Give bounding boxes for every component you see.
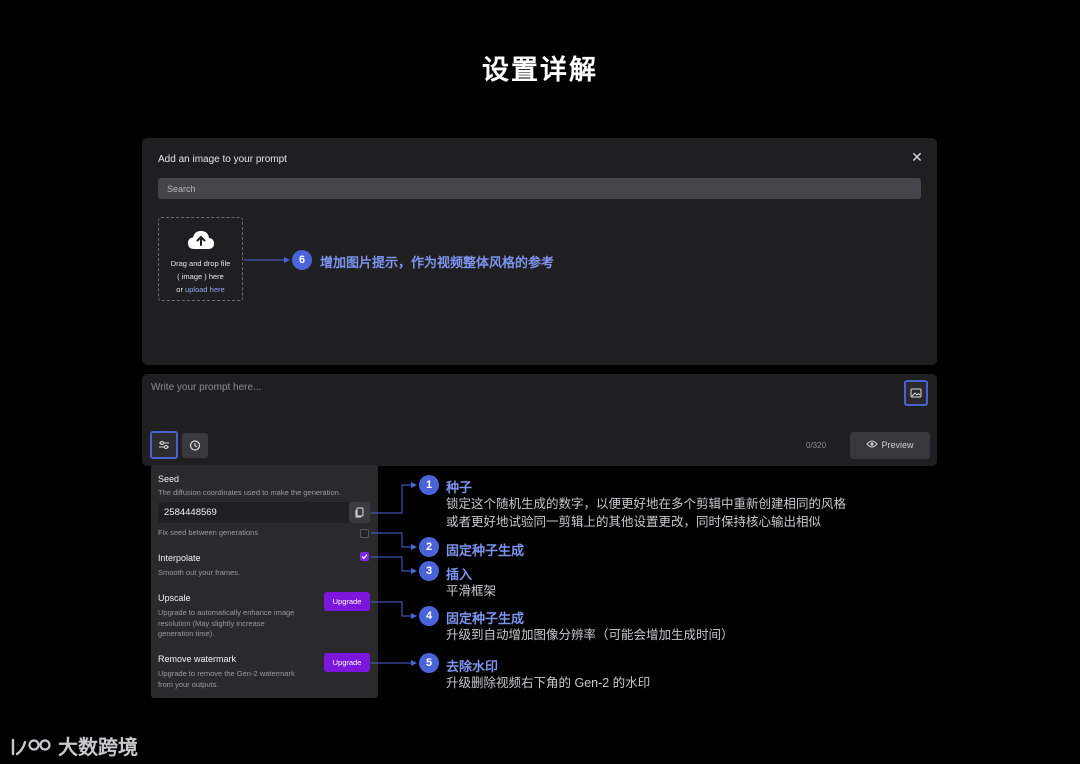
badge-2: 2	[419, 537, 439, 557]
logo: 大数跨境	[10, 731, 138, 759]
annotation-connectors	[244, 257, 417, 666]
annotation-4-desc: 升级到自动增加图像分辨率（可能会增加生成时间）	[446, 628, 734, 642]
annotation-3-desc: 平滑框架	[446, 584, 497, 598]
badge-3: 3	[419, 561, 439, 581]
connector-3	[371, 556, 417, 574]
connector-2	[371, 532, 417, 550]
badge-4: 4	[419, 606, 439, 626]
logo-mark	[11, 738, 51, 756]
annotation-1-title: 种子	[446, 480, 473, 495]
annotation-1-desc-2: 或者更好地试验同一剪辑上的其他设置更改，同时保持核心输出相似	[446, 515, 822, 529]
badge-1: 1	[419, 475, 439, 495]
annotation-6-title: 增加图片提示，作为视频整体风格的参考	[320, 255, 555, 270]
annotation-1-desc-1: 锁定这个随机生成的数字，以便更好地在多个剪辑中重新创建相同的风格	[446, 497, 847, 511]
badge-5: 5	[419, 653, 439, 673]
annotation-5-desc: 升级删除视频右下角的 Gen-2 的水印	[446, 676, 651, 690]
annotation-2-title: 固定种子生成	[446, 543, 525, 558]
annotation-4-title: 固定种子生成	[446, 611, 525, 626]
logo-text: 大数跨境	[58, 737, 138, 759]
badge-6: 6	[292, 250, 312, 270]
annotation-3-title: 插入	[446, 567, 473, 582]
connector-4	[371, 601, 417, 619]
connector-1	[371, 482, 417, 514]
annotation-5-title: 去除水印	[446, 659, 499, 674]
